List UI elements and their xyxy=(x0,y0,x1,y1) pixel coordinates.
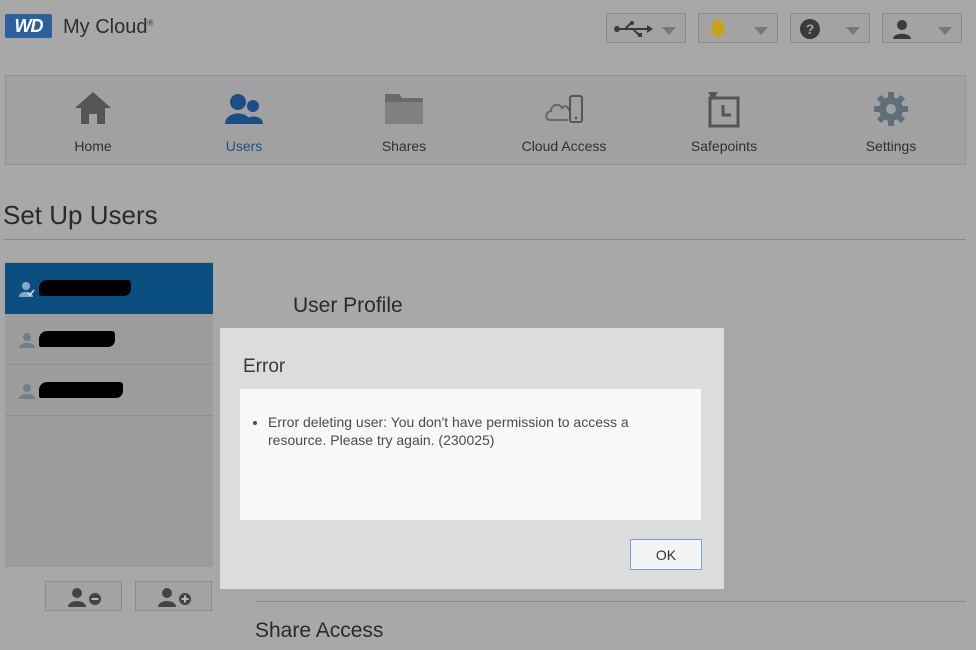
help-icon: ? xyxy=(800,19,820,39)
redacted-username xyxy=(39,280,131,296)
nav-label: Settings xyxy=(865,138,917,154)
redacted-username xyxy=(39,331,115,347)
svg-text:?: ? xyxy=(806,21,815,37)
folder-icon xyxy=(385,94,423,124)
add-user-icon xyxy=(158,588,191,607)
divider xyxy=(3,239,966,240)
nav-shares[interactable]: Shares xyxy=(334,76,474,164)
dialog-title: Error xyxy=(243,356,286,377)
nav-home[interactable]: Home xyxy=(23,76,163,164)
chevron-down-icon xyxy=(938,27,952,35)
error-message: Error deleting user: You don't have perm… xyxy=(268,413,668,449)
nav-settings[interactable]: Settings xyxy=(821,76,961,164)
usb-button[interactable] xyxy=(606,13,686,43)
nav-label: Safepoints xyxy=(690,138,758,154)
user-profile-heading: User Profile xyxy=(293,294,403,317)
nav-safepoints[interactable]: Safepoints xyxy=(654,76,794,164)
chevron-down-icon xyxy=(662,27,676,35)
nav-label: Home xyxy=(74,138,112,154)
page-title: Set Up Users xyxy=(3,200,158,230)
redacted-username xyxy=(39,382,123,398)
share-access-heading: Share Access xyxy=(255,619,384,642)
nav-label: Cloud Access xyxy=(521,138,607,154)
add-user-button[interactable] xyxy=(135,581,212,611)
alerts-button[interactable] xyxy=(698,13,778,43)
usb-icon xyxy=(614,21,653,37)
user-row[interactable] xyxy=(5,365,213,416)
remove-user-button[interactable] xyxy=(45,581,122,611)
product-name: My Cloud® xyxy=(63,16,153,39)
error-list: Error deleting user: You don't have perm… xyxy=(240,413,668,449)
user-list xyxy=(5,262,213,567)
gear-icon xyxy=(874,92,908,126)
dialog-message-box: Error deleting user: You don't have perm… xyxy=(240,389,701,520)
help-button[interactable]: ? xyxy=(790,13,870,43)
home-icon xyxy=(75,92,111,124)
nav-label: Users xyxy=(225,138,263,154)
user-icon xyxy=(893,20,911,39)
nav-label: Shares xyxy=(381,138,427,154)
ok-button[interactable]: OK xyxy=(630,539,702,570)
user-row[interactable] xyxy=(5,263,213,314)
nav-cloud-access[interactable]: Cloud Access xyxy=(494,76,634,164)
bell-icon xyxy=(710,20,726,39)
registered-mark: ® xyxy=(147,18,154,28)
safepoint-icon xyxy=(708,92,740,128)
chevron-down-icon xyxy=(846,27,860,35)
user-row[interactable] xyxy=(5,314,213,365)
user-check-icon xyxy=(19,282,35,297)
user-menu-button[interactable] xyxy=(882,13,962,43)
divider xyxy=(255,601,966,602)
chevron-down-icon xyxy=(754,27,768,35)
nav-users[interactable]: Users xyxy=(174,76,314,164)
user-icon xyxy=(19,333,35,348)
remove-user-icon xyxy=(68,588,101,607)
cloud-device-icon xyxy=(545,95,583,123)
user-icon xyxy=(19,384,35,399)
users-icon xyxy=(225,94,263,124)
product-name-text: My Cloud xyxy=(63,16,148,38)
error-dialog: Error Error deleting user: You don't hav… xyxy=(220,328,724,589)
main-nav: Home Users Shares Cloud Access Safepoint… xyxy=(5,75,966,165)
wd-logo: WD xyxy=(5,14,52,38)
